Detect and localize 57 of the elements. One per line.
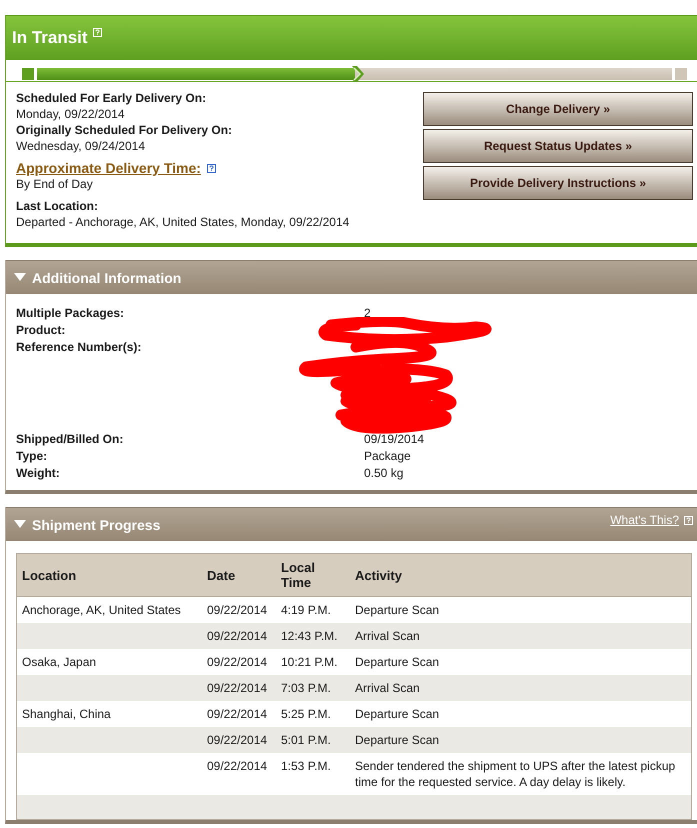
field-label: Scheduled For Early Delivery On: bbox=[16, 90, 208, 106]
column-header: Location bbox=[16, 554, 202, 596]
column-header: Local Time bbox=[276, 554, 350, 596]
table-cell: 4:19 P.M. bbox=[276, 596, 350, 623]
section-title: Shipment Progress bbox=[32, 516, 160, 532]
table-cell: 1:53 P.M. bbox=[276, 753, 350, 795]
action-button[interactable]: Change Delivery » bbox=[423, 92, 693, 126]
status-title: In Transit bbox=[12, 28, 88, 48]
column-header: Activity bbox=[350, 554, 692, 596]
table-cell: Sender tendered the shipment to UPS after the latest pickup time for the requested service. A day delay is likely. bbox=[350, 753, 692, 795]
table-cell: 09/22/2014 bbox=[202, 675, 276, 701]
field-value: By End of Day bbox=[16, 176, 94, 192]
table-cell: Departure Scan bbox=[350, 701, 692, 727]
table-cell: 12:43 P.M. bbox=[276, 623, 350, 649]
progress-end-segment bbox=[675, 68, 687, 80]
table-cell: 09/22/2014 bbox=[202, 623, 276, 649]
field-value: Monday, 09/22/2014 bbox=[16, 106, 126, 122]
table-cell: Departure Scan bbox=[350, 596, 692, 623]
delivery-time-link[interactable]: Approximate Delivery Time: bbox=[16, 160, 201, 176]
table-cell: Osaka, Japan bbox=[16, 649, 202, 675]
collapse-arrow-icon[interactable] bbox=[14, 273, 26, 282]
field-label: Last Location: bbox=[16, 198, 100, 214]
table-cell: 09/22/2014 bbox=[202, 649, 276, 675]
field-label: Multiple Packages: bbox=[16, 305, 126, 322]
table-cell: 09/22/2014 bbox=[202, 753, 276, 795]
column-header: Date bbox=[202, 554, 276, 596]
table-cell: 7:03 P.M. bbox=[276, 675, 350, 701]
collapse-arrow-icon[interactable] bbox=[14, 520, 26, 529]
field-label: Weight: bbox=[16, 465, 61, 482]
table-cell: 09/22/2014 bbox=[202, 596, 276, 623]
table-cell: 10:21 P.M. bbox=[276, 649, 350, 675]
table-cell: Arrival Scan bbox=[350, 623, 692, 649]
field-value: 09/19/2014 bbox=[364, 431, 424, 448]
table-cell: Departure Scan bbox=[350, 727, 692, 753]
field-value: 2 bbox=[364, 305, 371, 322]
table-cell: Anchorage, AK, United States bbox=[16, 596, 202, 623]
field-label: Type: bbox=[16, 448, 48, 465]
action-button[interactable]: Request Status Updates » bbox=[423, 129, 693, 163]
action-button[interactable]: Provide Delivery Instructions » bbox=[423, 166, 693, 200]
table-cell: 5:25 P.M. bbox=[276, 701, 350, 727]
table-cell: 09/22/2014 bbox=[202, 701, 276, 727]
table-cell: Departure Scan bbox=[350, 649, 692, 675]
field-value: Package bbox=[364, 448, 411, 465]
field-label: Product: bbox=[16, 322, 66, 339]
field-label: Reference Number(s): bbox=[16, 339, 142, 356]
field-value: Wednesday, 09/24/2014 bbox=[16, 138, 146, 154]
table-cell: Shanghai, China bbox=[16, 701, 202, 727]
field-label: Shipped/Billed On: bbox=[16, 431, 124, 448]
field-value: 0.50 kg bbox=[364, 465, 404, 482]
table-cell: Arrival Scan bbox=[350, 675, 692, 701]
field-label: Originally Scheduled For Delivery On: bbox=[16, 122, 234, 138]
chevron-icon bbox=[350, 66, 364, 82]
section-title: Additional Information bbox=[32, 270, 182, 286]
table-cell: 09/22/2014 bbox=[202, 727, 276, 753]
help-icon[interactable] bbox=[206, 164, 216, 172]
table-cell: 5:01 P.M. bbox=[276, 727, 350, 753]
field-value: Departed - Anchorage, AK, United States, Monday, 09/22/2014 bbox=[16, 214, 350, 230]
